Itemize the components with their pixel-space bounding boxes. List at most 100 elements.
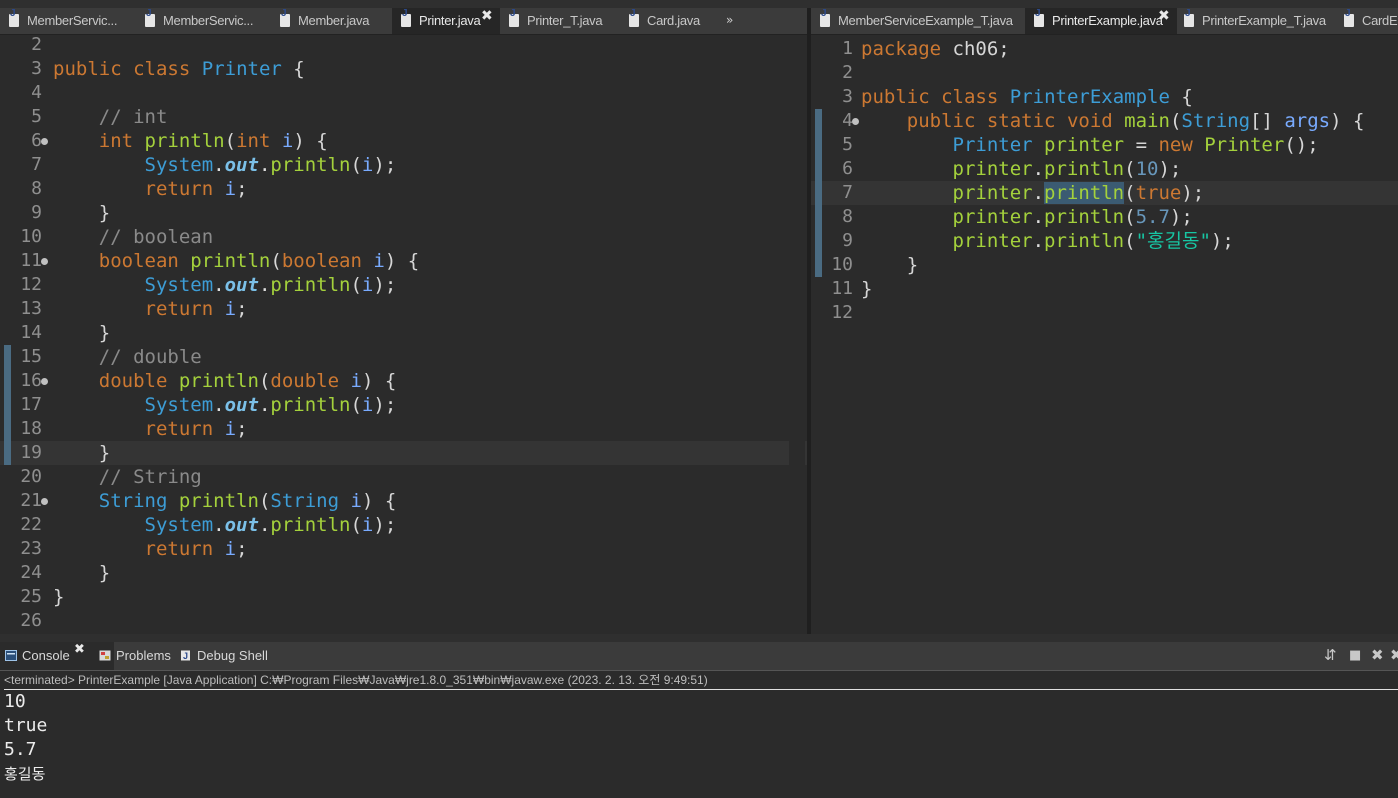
code-line[interactable]: 14 } — [0, 321, 807, 345]
svg-text:J: J — [183, 651, 188, 661]
line-number: 3 — [31, 58, 42, 79]
code-token: new — [1158, 134, 1193, 156]
terminated-status: <terminated> PrinterExample [Java Applic… — [4, 671, 1398, 690]
code-line[interactable]: 1 package ch06; — [811, 37, 1398, 61]
code-line[interactable]: 3 public class Printer { — [0, 57, 807, 81]
code-token: String — [1181, 110, 1251, 132]
code-line[interactable]: 19 } — [0, 441, 807, 465]
code-line[interactable]: 8 printer.println(5.7); — [811, 205, 1398, 229]
line-number: 6 — [31, 130, 42, 151]
remove-all-icon[interactable]: ✖ — [1390, 646, 1398, 664]
code-line[interactable]: 2 — [811, 61, 1398, 85]
java-file-icon — [9, 8, 19, 27]
code-token: // double — [98, 346, 202, 368]
close-console-icon[interactable]: ✖ — [74, 642, 85, 657]
tab-printerexample-t-java[interactable]: PrinterExample_T.java — [1175, 8, 1335, 34]
code-token: ( — [350, 514, 362, 536]
code-line[interactable]: 9 printer.println("홍길동"); — [811, 229, 1398, 253]
code-text: return i; — [53, 537, 248, 561]
java-file-icon — [401, 8, 411, 27]
code-line[interactable]: 23 return i; — [0, 537, 807, 561]
code-line[interactable]: 5 Printer printer = new Printer(); — [811, 133, 1398, 157]
code-line[interactable]: 11} — [811, 277, 1398, 301]
tab-card-java[interactable]: Card.java — [620, 8, 720, 34]
sync-icon[interactable]: ⇵ — [1324, 646, 1337, 664]
code-line[interactable]: 10 } — [811, 253, 1398, 277]
tab-memberserviceexample-t-java[interactable]: MemberServiceExample_T.java — [811, 8, 1023, 34]
tab-debug-shell[interactable]: J Debug Shell — [175, 642, 297, 670]
tab-printer-t-java[interactable]: Printer_T.java — [500, 8, 620, 34]
tab-memberservice-2[interactable]: MemberServic... — [136, 8, 270, 34]
code-line[interactable]: 10 // boolean — [0, 225, 807, 249]
tab-memberservice-1[interactable]: MemberServic... — [0, 8, 134, 34]
code-line[interactable]: 7 System.out.println(i); — [0, 153, 807, 177]
java-file-icon — [1034, 8, 1044, 27]
remove-launch-icon[interactable]: ✖ — [1371, 646, 1384, 664]
close-tab-icon[interactable]: ✖ — [1158, 8, 1170, 24]
code-line[interactable]: 11 boolean println(boolean i) { — [0, 249, 807, 273]
code-line[interactable]: 25} — [0, 585, 807, 609]
code-line[interactable]: 26 — [0, 609, 807, 633]
terminate-icon[interactable]: ■ — [1349, 648, 1361, 663]
code-line[interactable]: 4 public static void main(String[] args)… — [811, 109, 1398, 133]
code-line[interactable]: 16 double println(double i) { — [0, 369, 807, 393]
code-text: public class Printer { — [53, 57, 305, 81]
tab-card-example[interactable]: CardE — [1335, 8, 1398, 34]
fold-toggle-icon[interactable] — [41, 258, 48, 265]
code-line[interactable]: 4 — [0, 81, 807, 105]
code-line[interactable]: 12 System.out.println(i); — [0, 273, 807, 297]
code-line[interactable]: 8 return i; — [0, 177, 807, 201]
code-line[interactable]: 6 int println(int i) { — [0, 129, 807, 153]
code-line[interactable]: 2 — [0, 35, 807, 57]
code-text: } — [53, 441, 110, 465]
vertical-scrollbar[interactable] — [789, 35, 805, 634]
code-line[interactable]: 15 // double — [0, 345, 807, 369]
line-number: 10 — [20, 226, 42, 247]
code-line[interactable]: 3 public class PrinterExample { — [811, 85, 1398, 109]
code-line[interactable]: 20 // String — [0, 465, 807, 489]
code-line[interactable]: 17 System.out.println(i); — [0, 393, 807, 417]
code-token: ) { — [384, 250, 420, 272]
code-line[interactable]: 22 System.out.println(i); — [0, 513, 807, 537]
fold-toggle-icon[interactable] — [41, 138, 48, 145]
code-token: ( — [1124, 182, 1136, 204]
line-number: 11 — [20, 250, 42, 271]
code-text: printer.println(true); — [861, 181, 1204, 205]
code-token: . — [213, 514, 225, 536]
line-number: 26 — [20, 610, 42, 631]
code-line[interactable]: 21 String println(String i) { — [0, 489, 807, 513]
code-token: class — [941, 86, 999, 108]
code-line[interactable]: 24 } — [0, 561, 807, 585]
code-text: package ch06; — [861, 37, 1010, 61]
code-line[interactable]: 18 return i; — [0, 417, 807, 441]
java-file-icon — [629, 8, 639, 27]
tab-printerexample-java[interactable]: PrinterExample.java ✖ — [1025, 8, 1177, 34]
tab-member-java[interactable]: Member.java — [271, 8, 391, 34]
code-token: ); — [1158, 158, 1182, 180]
code-token: void — [1066, 110, 1113, 132]
code-line[interactable]: 7 printer.println(true); — [811, 181, 1398, 205]
code-token: ( — [1124, 230, 1136, 252]
code-line[interactable]: 9 } — [0, 201, 807, 225]
java-file-icon — [1344, 8, 1354, 27]
tab-printer-java[interactable]: Printer.java ✖ — [392, 8, 500, 34]
code-line[interactable]: 12 — [811, 301, 1398, 325]
fold-toggle-icon[interactable] — [41, 378, 48, 385]
code-line[interactable]: 6 printer.println(10); — [811, 157, 1398, 181]
code-line[interactable]: 5 // int — [0, 105, 807, 129]
close-tab-icon[interactable]: ✖ — [481, 8, 493, 24]
fold-toggle-icon[interactable] — [41, 498, 48, 505]
code-token: boolean — [98, 250, 179, 272]
tab-overflow-icon[interactable]: » — [726, 8, 733, 32]
code-token: . — [1032, 158, 1045, 180]
code-line[interactable]: 13 return i; — [0, 297, 807, 321]
printer-java-editor[interactable]: 2 3 public class Printer {4 5 // int 6 int p… — [0, 35, 807, 634]
code-token: . — [213, 274, 225, 296]
fold-toggle-icon[interactable] — [852, 118, 859, 125]
code-token: return — [144, 298, 214, 320]
change-marker — [815, 109, 822, 277]
printerexample-java-editor[interactable]: 1 package ch06; 2 3 public class PrinterExam… — [811, 35, 1398, 634]
